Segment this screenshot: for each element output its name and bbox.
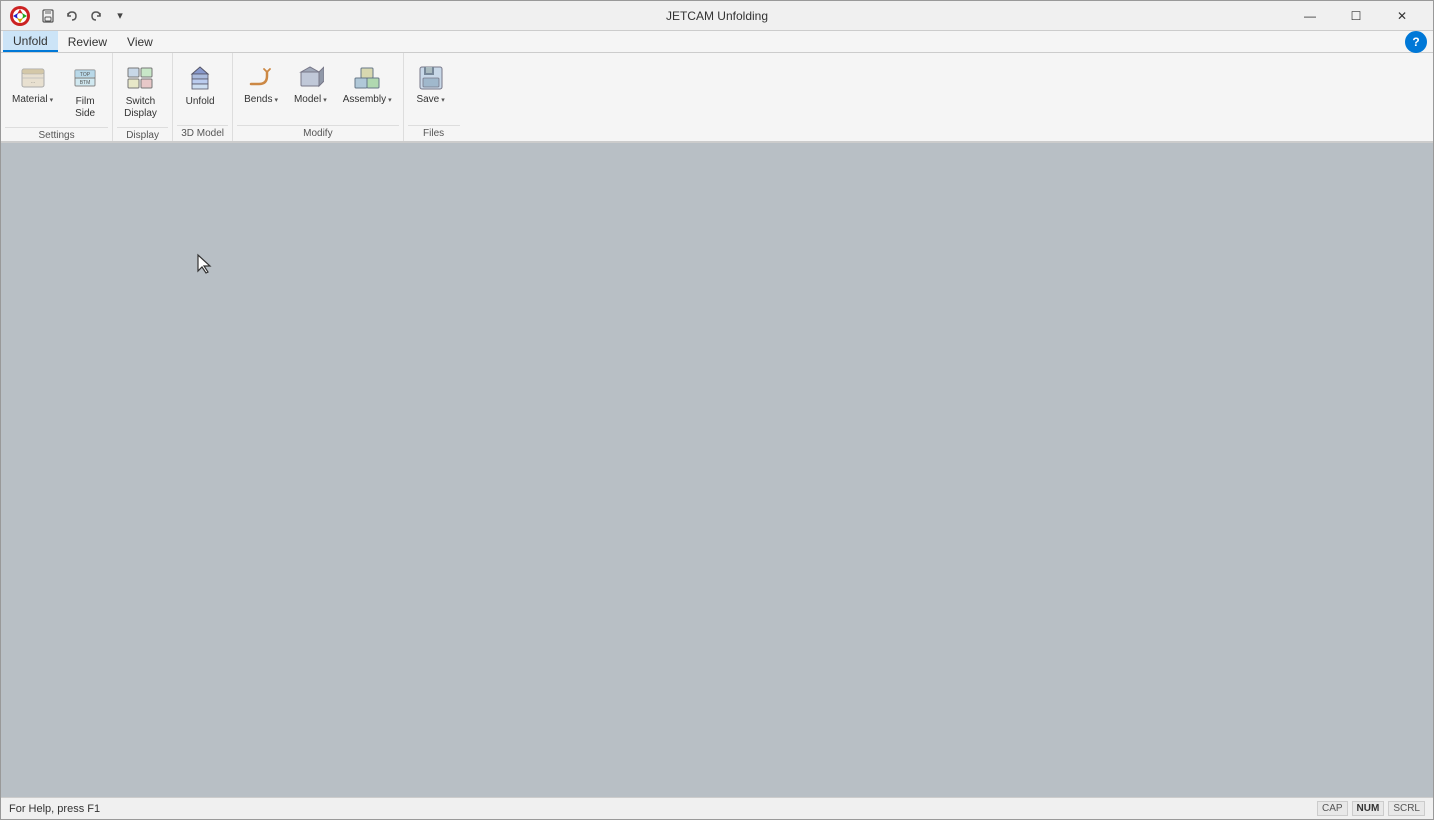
unfold-button[interactable]: Unfold <box>177 57 223 113</box>
canvas-area[interactable] <box>1 143 1433 797</box>
save-label: Save▾ <box>416 94 444 105</box>
close-button[interactable]: ✕ <box>1379 1 1425 31</box>
ribbon-group-3dmodel: Unfold 3D Model <box>173 53 233 141</box>
assembly-label: Assembly▾ <box>343 94 392 105</box>
model-button[interactable]: Model▾ <box>287 57 334 110</box>
ribbon-group-modify: Bends▾ Model▾ <box>233 53 404 141</box>
help-button[interactable]: ? <box>1405 31 1427 53</box>
num-indicator: NUM <box>1352 801 1385 816</box>
quick-undo-button[interactable] <box>61 5 83 27</box>
svg-text:TOP: TOP <box>80 72 91 78</box>
menu-item-review[interactable]: Review <box>58 31 117 52</box>
status-help-text: For Help, press F1 <box>9 803 100 815</box>
cap-indicator: CAP <box>1317 801 1348 816</box>
bends-label: Bends▾ <box>244 94 278 105</box>
model-label: Model▾ <box>294 94 327 105</box>
model-icon <box>294 62 326 94</box>
quick-access-dropdown-button[interactable]: ▾ <box>109 5 131 27</box>
settings-group-label: Settings <box>5 127 108 143</box>
svg-text:BTM: BTM <box>80 80 91 86</box>
files-buttons: Save▾ <box>408 57 460 123</box>
ribbon-group-display: SwitchDisplay Display <box>113 53 173 141</box>
menu-item-unfold[interactable]: Unfold <box>3 31 58 52</box>
scrl-indicator: SCRL <box>1388 801 1425 816</box>
switch-display-label: SwitchDisplay <box>124 96 157 120</box>
3dmodel-group-label: 3D Model <box>177 125 228 141</box>
material-button[interactable]: ⋯ Material▾ <box>5 57 60 110</box>
help-area: ? <box>1405 31 1431 53</box>
ribbon: ⋯ Material▾ TOP BTM <box>1 53 1433 143</box>
title-bar-left: ▾ <box>9 5 131 27</box>
bends-button[interactable]: Bends▾ <box>237 57 285 110</box>
menu-bar: Unfold Review View ? <box>1 31 1433 53</box>
assembly-icon <box>351 62 383 94</box>
3dmodel-buttons: Unfold <box>177 57 228 123</box>
save-button[interactable]: Save▾ <box>408 57 454 110</box>
title-bar: ▾ JETCAM Unfolding — ☐ ✕ <box>1 1 1433 31</box>
app-logo-icon <box>9 5 31 27</box>
switch-display-icon <box>124 62 156 94</box>
film-side-label: FilmSide <box>75 96 95 120</box>
film-side-button[interactable]: TOP BTM FilmSide <box>62 57 108 125</box>
modify-group-label: Modify <box>237 125 399 141</box>
maximize-button[interactable]: ☐ <box>1333 1 1379 31</box>
bends-icon <box>245 62 277 94</box>
status-indicators: CAP NUM SCRL <box>1317 801 1425 816</box>
quick-redo-button[interactable] <box>85 5 107 27</box>
material-label: Material▾ <box>12 94 53 105</box>
cursor <box>196 253 214 281</box>
quick-save-button[interactable] <box>37 5 59 27</box>
quick-access-toolbar: ▾ <box>37 5 131 27</box>
film-side-icon: TOP BTM <box>69 62 101 94</box>
display-group-label: Display <box>117 127 168 143</box>
files-group-label: Files <box>408 125 460 141</box>
ribbon-group-files: Save▾ Files <box>404 53 464 141</box>
unfold-icon <box>184 62 216 94</box>
window-title: JETCAM Unfolding <box>666 9 768 23</box>
ribbon-group-settings: ⋯ Material▾ TOP BTM <box>1 53 113 141</box>
modify-buttons: Bends▾ Model▾ <box>237 57 399 123</box>
unfold-label: Unfold <box>186 96 215 108</box>
material-icon: ⋯ <box>17 62 49 94</box>
svg-text:⋯: ⋯ <box>30 80 35 86</box>
assembly-button[interactable]: Assembly▾ <box>336 57 399 110</box>
status-bar: For Help, press F1 CAP NUM SCRL <box>1 797 1433 819</box>
minimize-button[interactable]: — <box>1287 1 1333 31</box>
switch-display-button[interactable]: SwitchDisplay <box>117 57 164 125</box>
menu-item-view[interactable]: View <box>117 31 163 52</box>
settings-buttons: ⋯ Material▾ TOP BTM <box>5 57 108 125</box>
window-controls: — ☐ ✕ <box>1287 1 1425 31</box>
save-icon <box>415 62 447 94</box>
display-buttons: SwitchDisplay <box>117 57 168 125</box>
